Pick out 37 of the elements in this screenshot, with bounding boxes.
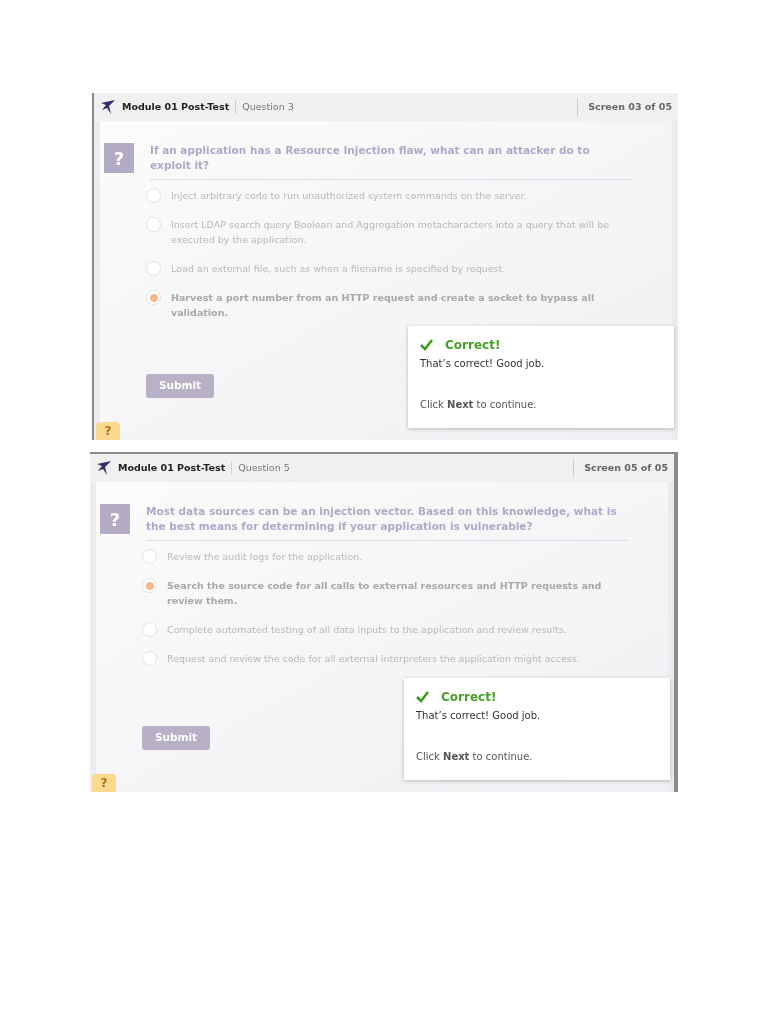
radio-button[interactable] bbox=[142, 622, 157, 637]
answer-option[interactable]: Complete automated testing of all data inputs to the application and review results. bbox=[167, 622, 567, 637]
module-title: Module 01 Post-Test bbox=[122, 99, 237, 115]
question-number: Question 3 bbox=[242, 99, 294, 114]
question-text: Most data sources can be an injection vector. Based on this knowledge, what is the best means for determining if your application is vulnerable? bbox=[146, 504, 628, 541]
help-tab[interactable]: ? bbox=[92, 774, 116, 792]
screen-counter: Screen 03 of 05 bbox=[577, 97, 672, 117]
bird-logo-icon bbox=[96, 460, 112, 476]
submit-button[interactable]: Submit bbox=[146, 374, 214, 398]
question-mark-icon: ? bbox=[100, 504, 130, 534]
answer-option[interactable]: Inject arbitrary code to run unauthorized system commands on the server. bbox=[171, 188, 527, 203]
submit-button[interactable]: Submit bbox=[142, 726, 210, 750]
bird-logo-icon bbox=[100, 99, 116, 115]
radio-button[interactable] bbox=[142, 578, 157, 593]
question-mark-icon: ? bbox=[104, 143, 134, 173]
feedback-title: Correct! bbox=[441, 689, 497, 706]
module-title: Module 01 Post-Test bbox=[118, 460, 233, 476]
answer-option[interactable]: Harvest a port number from an HTTP request and create a socket to bypass all validation. bbox=[171, 290, 632, 320]
radio-button[interactable] bbox=[142, 549, 157, 564]
screen-counter: Screen 05 of 05 bbox=[573, 458, 668, 478]
feedback-hint: Click Next to continue. bbox=[416, 750, 534, 764]
feedback-message: That’s correct! Good job. bbox=[416, 709, 542, 723]
checkmark-icon bbox=[416, 691, 429, 703]
radio-button[interactable] bbox=[146, 188, 161, 203]
checkmark-icon bbox=[420, 339, 433, 351]
radio-button[interactable] bbox=[142, 651, 157, 666]
feedback-hint: Click Next to continue. bbox=[420, 398, 538, 412]
help-tab[interactable]: ? bbox=[96, 422, 120, 440]
radio-button[interactable] bbox=[146, 217, 161, 232]
question-number: Question 5 bbox=[238, 460, 290, 475]
radio-button[interactable] bbox=[146, 290, 161, 305]
question-text: If an application has a Resource Injection flaw, what can an attacker do to exploit it? bbox=[150, 143, 632, 180]
feedback-title: Correct! bbox=[445, 337, 501, 354]
feedback-message: That’s correct! Good job. bbox=[420, 357, 546, 371]
answer-option[interactable]: Search the source code for all calls to external resources and HTTP requests and review them. bbox=[167, 578, 628, 608]
answer-option[interactable]: Review the audit logs for the application. bbox=[167, 549, 363, 564]
radio-button[interactable] bbox=[146, 261, 161, 276]
